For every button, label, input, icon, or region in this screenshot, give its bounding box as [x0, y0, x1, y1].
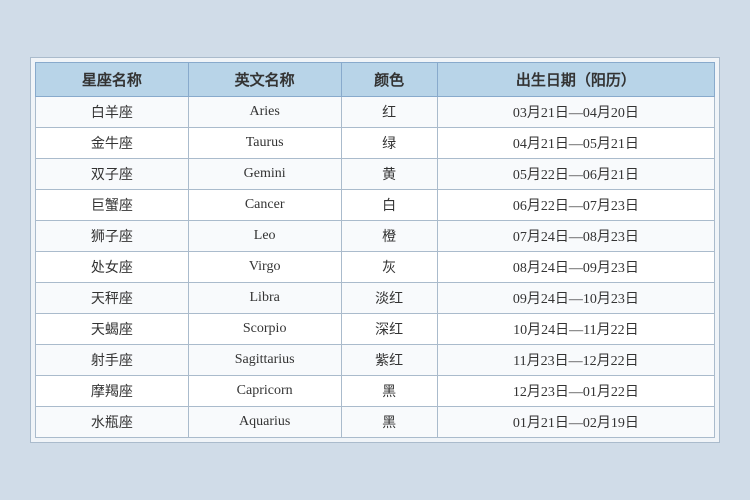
- cell-row2-col1: Gemini: [188, 159, 341, 190]
- cell-row6-col3: 09月24日—10月23日: [437, 283, 714, 314]
- table-row: 金牛座Taurus绿04月21日—05月21日: [36, 128, 715, 159]
- cell-row7-col2: 深红: [341, 314, 437, 345]
- cell-row8-col0: 射手座: [36, 345, 189, 376]
- cell-row5-col0: 处女座: [36, 252, 189, 283]
- cell-row4-col3: 07月24日—08月23日: [437, 221, 714, 252]
- cell-row3-col1: Cancer: [188, 190, 341, 221]
- cell-row7-col3: 10月24日—11月22日: [437, 314, 714, 345]
- cell-row10-col3: 01月21日—02月19日: [437, 407, 714, 438]
- zodiac-table: 星座名称 英文名称 颜色 出生日期（阳历） 白羊座Aries红03月21日—04…: [35, 62, 715, 438]
- cell-row3-col0: 巨蟹座: [36, 190, 189, 221]
- cell-row5-col3: 08月24日—09月23日: [437, 252, 714, 283]
- cell-row6-col0: 天秤座: [36, 283, 189, 314]
- cell-row6-col1: Libra: [188, 283, 341, 314]
- cell-row10-col0: 水瓶座: [36, 407, 189, 438]
- table-row: 天蝎座Scorpio深红10月24日—11月22日: [36, 314, 715, 345]
- table-row: 射手座Sagittarius紫红11月23日—12月22日: [36, 345, 715, 376]
- cell-row1-col3: 04月21日—05月21日: [437, 128, 714, 159]
- cell-row0-col1: Aries: [188, 97, 341, 128]
- cell-row8-col3: 11月23日—12月22日: [437, 345, 714, 376]
- cell-row7-col0: 天蝎座: [36, 314, 189, 345]
- table-row: 巨蟹座Cancer白06月22日—07月23日: [36, 190, 715, 221]
- cell-row0-col0: 白羊座: [36, 97, 189, 128]
- cell-row6-col2: 淡红: [341, 283, 437, 314]
- cell-row3-col2: 白: [341, 190, 437, 221]
- cell-row9-col0: 摩羯座: [36, 376, 189, 407]
- table-row: 处女座Virgo灰08月24日—09月23日: [36, 252, 715, 283]
- zodiac-table-container: 星座名称 英文名称 颜色 出生日期（阳历） 白羊座Aries红03月21日—04…: [30, 57, 720, 443]
- cell-row0-col3: 03月21日—04月20日: [437, 97, 714, 128]
- cell-row10-col2: 黑: [341, 407, 437, 438]
- header-color: 颜色: [341, 63, 437, 97]
- table-row: 天秤座Libra淡红09月24日—10月23日: [36, 283, 715, 314]
- cell-row9-col3: 12月23日—01月22日: [437, 376, 714, 407]
- table-header-row: 星座名称 英文名称 颜色 出生日期（阳历）: [36, 63, 715, 97]
- cell-row1-col1: Taurus: [188, 128, 341, 159]
- cell-row10-col1: Aquarius: [188, 407, 341, 438]
- cell-row7-col1: Scorpio: [188, 314, 341, 345]
- cell-row2-col3: 05月22日—06月21日: [437, 159, 714, 190]
- cell-row0-col2: 红: [341, 97, 437, 128]
- header-dates: 出生日期（阳历）: [437, 63, 714, 97]
- cell-row4-col1: Leo: [188, 221, 341, 252]
- table-row: 狮子座Leo橙07月24日—08月23日: [36, 221, 715, 252]
- cell-row1-col0: 金牛座: [36, 128, 189, 159]
- cell-row1-col2: 绿: [341, 128, 437, 159]
- cell-row4-col2: 橙: [341, 221, 437, 252]
- header-english-name: 英文名称: [188, 63, 341, 97]
- table-row: 摩羯座Capricorn黑12月23日—01月22日: [36, 376, 715, 407]
- table-row: 白羊座Aries红03月21日—04月20日: [36, 97, 715, 128]
- cell-row4-col0: 狮子座: [36, 221, 189, 252]
- cell-row5-col1: Virgo: [188, 252, 341, 283]
- cell-row2-col0: 双子座: [36, 159, 189, 190]
- cell-row9-col1: Capricorn: [188, 376, 341, 407]
- table-row: 水瓶座Aquarius黑01月21日—02月19日: [36, 407, 715, 438]
- table-body: 白羊座Aries红03月21日—04月20日金牛座Taurus绿04月21日—0…: [36, 97, 715, 438]
- cell-row8-col1: Sagittarius: [188, 345, 341, 376]
- header-chinese-name: 星座名称: [36, 63, 189, 97]
- cell-row3-col3: 06月22日—07月23日: [437, 190, 714, 221]
- table-row: 双子座Gemini黄05月22日—06月21日: [36, 159, 715, 190]
- cell-row8-col2: 紫红: [341, 345, 437, 376]
- cell-row5-col2: 灰: [341, 252, 437, 283]
- cell-row2-col2: 黄: [341, 159, 437, 190]
- cell-row9-col2: 黑: [341, 376, 437, 407]
